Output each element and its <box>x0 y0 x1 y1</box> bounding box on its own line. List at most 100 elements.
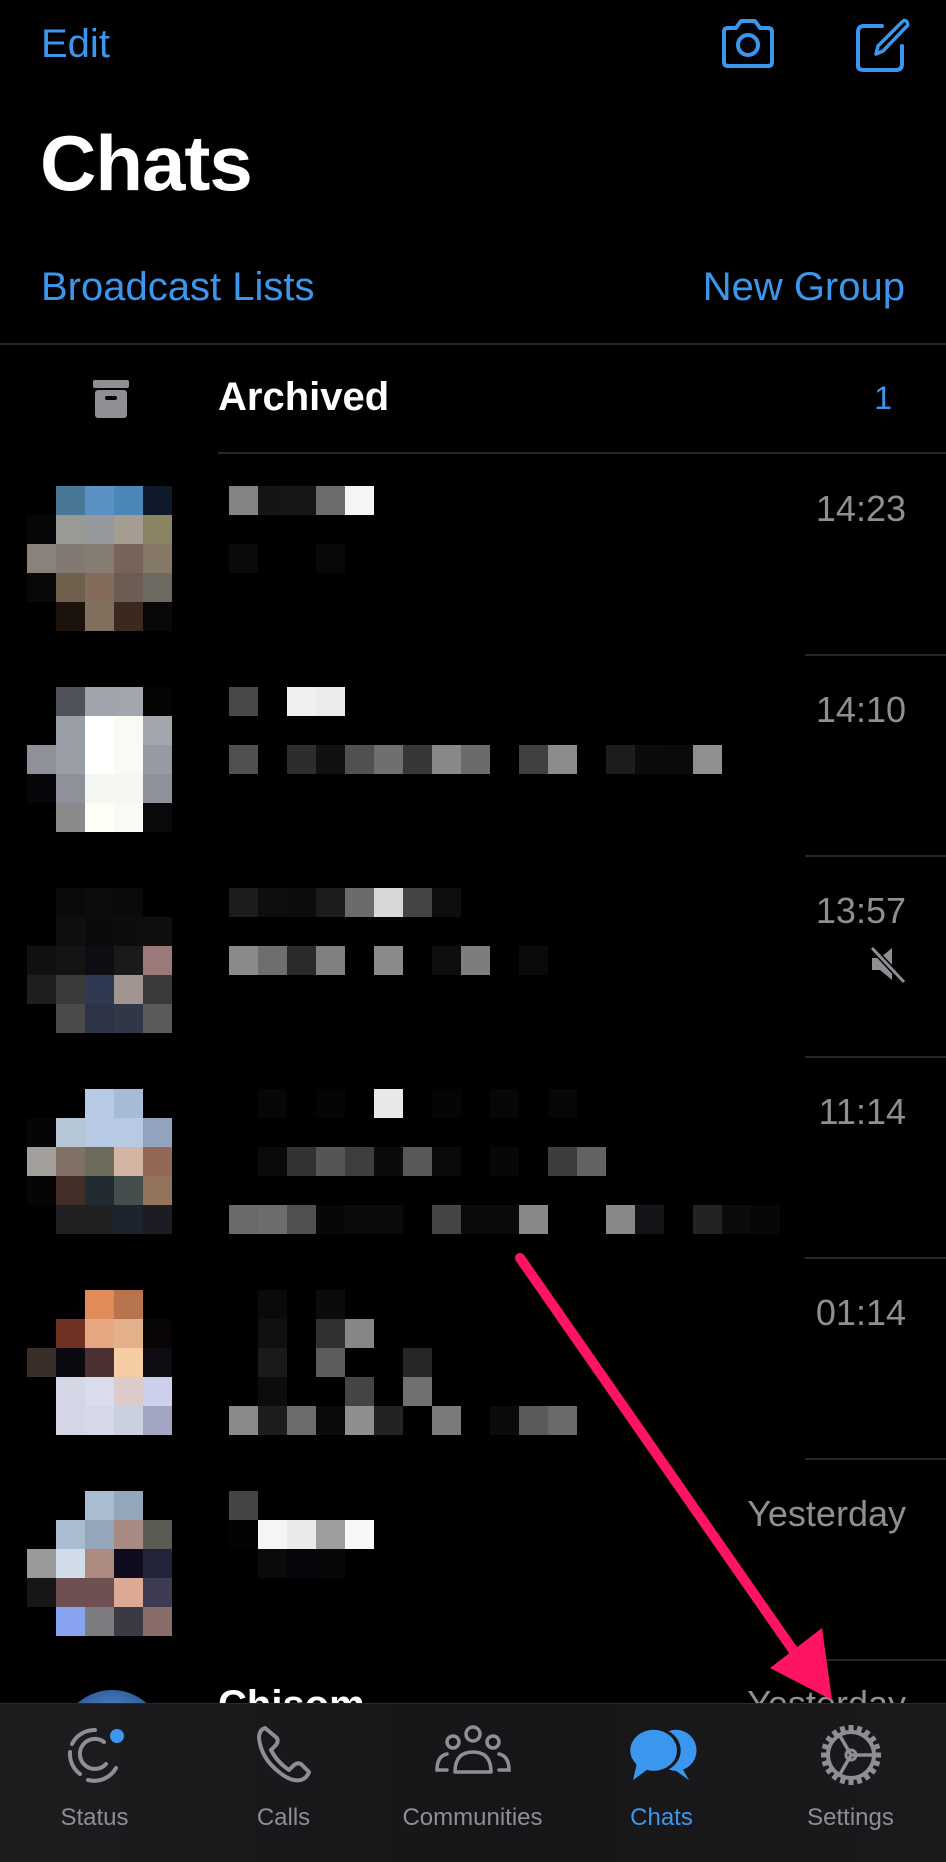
pixel <box>316 486 345 515</box>
pixel <box>258 1348 287 1377</box>
pixel <box>85 803 114 832</box>
new-group-link[interactable]: New Group <box>703 265 905 310</box>
tab-calls[interactable]: Calls <box>189 1704 378 1862</box>
pixel <box>258 1549 287 1578</box>
tab-bar: Status Calls Communities Chats Settings <box>0 1703 946 1862</box>
pixel <box>114 486 143 515</box>
pixel <box>56 1578 85 1607</box>
chat-row[interactable]: 11:14 <box>0 1065 946 1265</box>
pixel <box>56 544 85 573</box>
pixel <box>114 1004 143 1033</box>
pixel <box>85 515 114 544</box>
pixel <box>258 486 287 515</box>
pixel <box>606 745 635 774</box>
pixel <box>85 975 114 1004</box>
pixel <box>577 1147 606 1176</box>
pixel <box>85 1118 114 1147</box>
pixel <box>229 687 258 716</box>
pixel <box>432 1089 461 1118</box>
pixel <box>258 1290 287 1319</box>
pixel <box>143 1348 172 1377</box>
pixel <box>403 1348 432 1377</box>
pixel <box>316 687 345 716</box>
pixel <box>56 573 85 602</box>
pixel <box>403 1147 432 1176</box>
pixel <box>114 1348 143 1377</box>
pixel <box>56 917 85 946</box>
pixel <box>85 1205 114 1234</box>
pixel <box>143 573 172 602</box>
pixel <box>85 1319 114 1348</box>
divider <box>805 1257 946 1259</box>
pixel <box>85 716 114 745</box>
pixel <box>258 1520 287 1549</box>
pixel <box>56 1406 85 1435</box>
pixel <box>229 1406 258 1435</box>
pixel <box>114 1578 143 1607</box>
chat-bubbles-icon <box>629 1727 697 1781</box>
chat-row[interactable]: 01:14 <box>0 1266 946 1466</box>
tab-settings[interactable]: Settings <box>756 1704 945 1862</box>
pixel <box>316 946 345 975</box>
pixel <box>27 1147 56 1176</box>
pixel <box>143 1607 172 1636</box>
pixel <box>345 1205 374 1234</box>
pixel <box>85 1348 114 1377</box>
pixel <box>27 975 56 1004</box>
pixel <box>85 573 114 602</box>
pixel <box>287 486 316 515</box>
pixel <box>432 946 461 975</box>
pixel <box>27 544 56 573</box>
pixel <box>114 687 143 716</box>
tab-label: Settings <box>807 1804 894 1831</box>
pixel <box>345 1406 374 1435</box>
pixel <box>114 946 143 975</box>
tab-chats[interactable]: Chats <box>567 1704 756 1862</box>
pixel <box>143 745 172 774</box>
compose-icon[interactable] <box>850 14 910 74</box>
tab-label: Communities <box>402 1804 543 1831</box>
pixel <box>345 1319 374 1348</box>
chat-time: 13:57 <box>815 890 906 931</box>
pixel <box>287 1549 316 1578</box>
pixel <box>85 544 114 573</box>
pixel <box>316 544 345 573</box>
pixel <box>751 1205 780 1234</box>
pixel <box>229 888 258 917</box>
chat-row[interactable]: Yesterday <box>0 1467 946 1667</box>
pixel <box>85 602 114 631</box>
archived-row[interactable] <box>0 345 946 453</box>
pixel <box>722 1205 751 1234</box>
chat-row[interactable]: 14:23 <box>0 462 946 662</box>
broadcast-lists-link[interactable]: Broadcast Lists <box>41 265 314 310</box>
pixel <box>114 515 143 544</box>
pixel <box>635 745 664 774</box>
pixel <box>143 774 172 803</box>
pixel <box>490 1147 519 1176</box>
pixel <box>56 515 85 544</box>
archive-box-icon <box>93 380 129 418</box>
pixel <box>345 888 374 917</box>
pixel <box>287 1147 316 1176</box>
pixel <box>85 1520 114 1549</box>
tab-communities[interactable]: Communities <box>378 1704 567 1862</box>
camera-icon[interactable] <box>718 16 778 72</box>
pixel <box>114 1089 143 1118</box>
divider <box>805 855 946 857</box>
tab-status[interactable]: Status <box>0 1704 189 1862</box>
chat-row[interactable]: 14:10 <box>0 663 946 863</box>
pixel <box>56 716 85 745</box>
pixel <box>56 1147 85 1176</box>
pixel <box>85 1004 114 1033</box>
pixel <box>27 1348 56 1377</box>
tab-label: Chats <box>630 1804 693 1831</box>
pixel <box>229 1491 258 1520</box>
pixel <box>114 1377 143 1406</box>
edit-button[interactable]: Edit <box>41 22 110 67</box>
pixel <box>229 544 258 573</box>
pixel <box>143 1205 172 1234</box>
chat-row[interactable]: 13:57 <box>0 864 946 1064</box>
pixel <box>461 745 490 774</box>
pixel <box>693 745 722 774</box>
pixel <box>432 1406 461 1435</box>
